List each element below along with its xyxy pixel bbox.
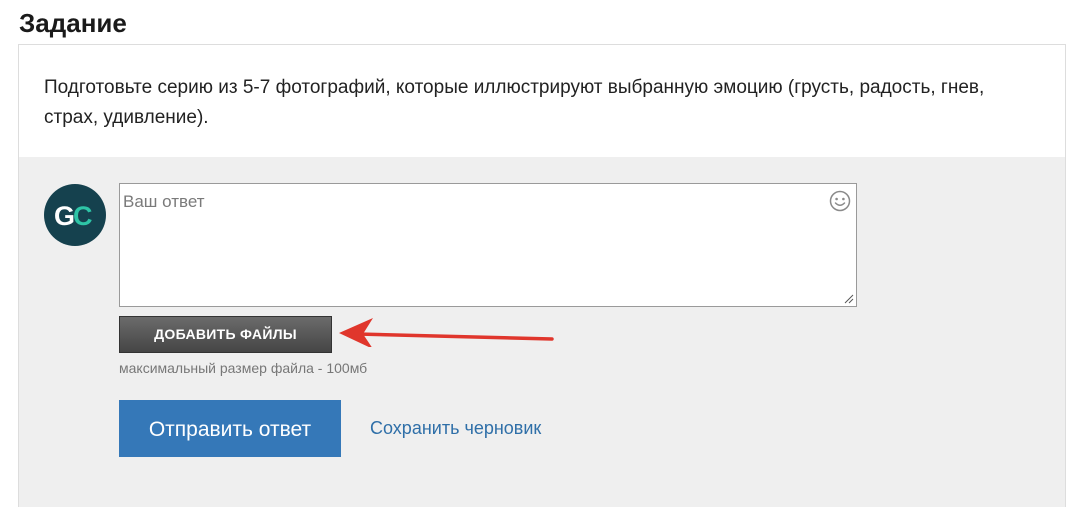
smiley-icon[interactable] (829, 190, 851, 212)
gc-logo-icon: G C (54, 201, 93, 231)
svg-text:G: G (54, 201, 75, 231)
svg-text:C: C (73, 201, 93, 231)
answer-input[interactable] (120, 184, 856, 306)
add-files-button[interactable]: ДОБАВИТЬ ФАЙЛЫ (119, 316, 332, 353)
submit-answer-button[interactable]: Отправить ответ (119, 400, 341, 457)
task-description: Подготовьте серию из 5-7 фотографий, кот… (44, 77, 985, 128)
resize-handle-icon[interactable] (844, 294, 854, 304)
red-arrow-icon (339, 318, 554, 347)
task-card: Подготовьте серию из 5-7 фотографий, кот… (18, 44, 1066, 507)
avatar: G C (44, 184, 106, 246)
file-size-hint: максимальный размер файла - 100мб (119, 360, 368, 376)
page-title: Задание (19, 8, 127, 38)
save-draft-link[interactable]: Сохранить черновик (370, 418, 541, 439)
answer-editor (119, 183, 857, 307)
answer-section: G C ДОБАВИТЬ ФАЙЛЫ максимальный размер ф… (19, 157, 1065, 507)
